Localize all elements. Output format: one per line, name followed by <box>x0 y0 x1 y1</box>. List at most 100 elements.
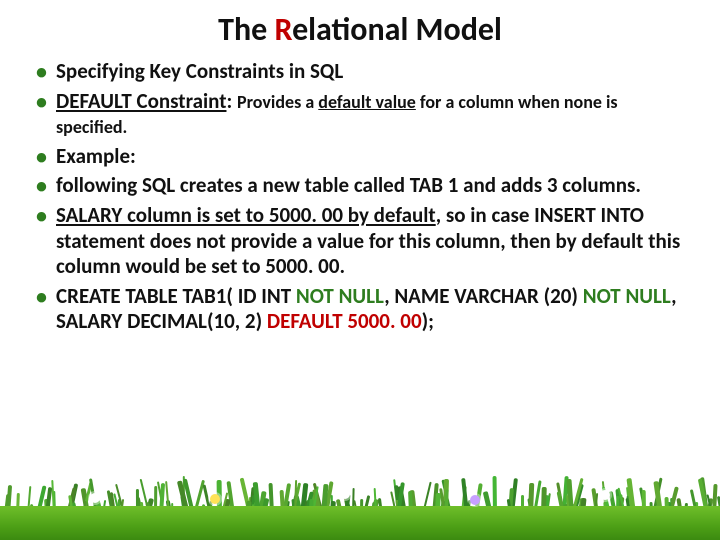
grass-blade <box>507 499 512 514</box>
flower-icon <box>600 490 610 500</box>
grass-blade <box>620 494 626 514</box>
grass-blade <box>183 479 195 515</box>
grass-blade <box>521 495 524 514</box>
grass-blade <box>394 485 401 514</box>
grass-blade <box>252 481 260 514</box>
grass-blade <box>528 483 534 515</box>
grass-blade <box>398 486 407 514</box>
bullet-3-text: Example: <box>56 143 136 169</box>
grass-blade <box>145 498 154 515</box>
grass-blade <box>557 492 566 515</box>
grass-blade <box>95 500 103 515</box>
grass-blade <box>343 493 351 514</box>
flower-icon <box>210 494 220 504</box>
grass-blade <box>442 501 447 514</box>
grass-blade <box>563 503 570 514</box>
grass-blade <box>136 497 142 514</box>
grass-blade <box>602 487 611 515</box>
grass-blade <box>443 479 449 514</box>
grass-blade <box>140 502 144 514</box>
grass-blade <box>293 495 302 515</box>
slide: The Relational Model Specifying Key Cons… <box>0 0 720 540</box>
bullet-1: Specifying Key Constraints in SQL <box>34 59 690 85</box>
grass-blade <box>300 483 308 515</box>
grass-blade <box>281 504 285 514</box>
grass-blade <box>344 494 351 514</box>
grass-blade <box>580 498 586 514</box>
grass-blade <box>591 488 599 514</box>
bullet-5-underline: SALARY column is set to 5000. 00 by defa… <box>56 202 436 228</box>
grass-blade <box>618 497 625 515</box>
grass-blade <box>114 494 121 515</box>
grass-blade <box>602 481 607 514</box>
grass-blade <box>313 502 320 515</box>
grass-blade <box>572 484 584 515</box>
grass-blade <box>69 495 75 514</box>
grass-blade <box>641 490 646 514</box>
grass-blade <box>4 494 11 514</box>
grass-blade <box>251 495 256 514</box>
grass-blade <box>510 478 518 514</box>
grass-blade <box>253 502 257 515</box>
grass-blade <box>626 478 635 514</box>
grass-blade <box>461 478 469 515</box>
grass-blade <box>312 486 319 514</box>
bullet-6: CREATE TABLE TAB1( ID INT NOT NULL, NAME… <box>34 284 690 335</box>
grass-blade <box>461 486 467 514</box>
title-pre: The <box>218 10 274 49</box>
grass-blade <box>668 486 679 514</box>
grass-blade <box>570 504 575 515</box>
grass-blade <box>556 483 564 514</box>
grass-blade <box>282 483 292 515</box>
grass-blade <box>533 480 542 514</box>
grass-blade <box>344 499 352 515</box>
title-red-r: R <box>275 10 293 49</box>
grass-blade <box>117 499 121 514</box>
grass-blade <box>371 499 379 515</box>
grass-blade <box>626 498 631 515</box>
grass-blade <box>180 495 187 514</box>
grass-blade <box>330 495 333 514</box>
grass-blade <box>312 483 323 515</box>
grass-blade <box>165 481 170 514</box>
grass-blade <box>666 502 671 514</box>
flower-icon <box>90 493 100 503</box>
grass-blade <box>667 503 673 514</box>
grass-blade <box>6 484 12 514</box>
grass-blade <box>706 494 713 514</box>
grass-blade <box>226 482 234 515</box>
grass-blade <box>670 498 674 514</box>
bullet-2: DEFAULT Constraint: Provides a default v… <box>34 89 690 140</box>
grass-blade <box>249 486 256 514</box>
grass-blade <box>208 503 213 514</box>
grass-blade <box>654 481 663 514</box>
bullet-2-colon: : <box>226 88 237 114</box>
grass-blade <box>664 497 669 514</box>
grass-blade <box>546 493 551 514</box>
bullet-1-text: Specifying Key Constraints in SQL <box>56 58 343 84</box>
grass-blade <box>115 484 125 515</box>
grass-blade <box>324 481 334 515</box>
grass-blade <box>89 478 98 514</box>
grass-blade <box>566 495 570 514</box>
title-post: elational Model <box>292 10 502 49</box>
grass-blade <box>44 499 50 514</box>
grass-blade <box>140 479 151 514</box>
grass-blade <box>684 503 688 514</box>
grass-blade <box>439 488 446 514</box>
grass-blade <box>695 502 698 514</box>
grass-blade <box>712 484 718 514</box>
grass-blade <box>335 499 342 514</box>
grass-blade <box>626 487 631 514</box>
grass-blade <box>474 483 483 514</box>
grass-blade <box>508 488 514 514</box>
grass-blade <box>422 482 432 515</box>
ground <box>0 506 720 540</box>
grass-blade <box>303 501 309 514</box>
grass-blade <box>290 487 298 514</box>
grass-blade <box>28 504 34 515</box>
grass-blade <box>258 491 266 514</box>
slide-title: The Relational Model <box>30 10 690 49</box>
grass-blade <box>432 483 439 514</box>
grass-blade <box>83 500 87 514</box>
